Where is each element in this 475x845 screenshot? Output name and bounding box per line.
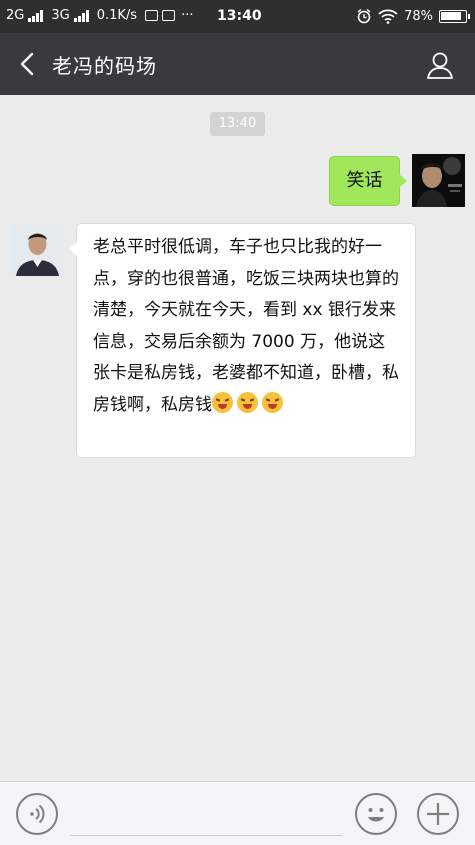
- laugh-cry-emoji-icon: [262, 391, 283, 413]
- battery-percent: 78%: [404, 8, 433, 24]
- laugh-cry-emoji-icon: [237, 391, 258, 413]
- status-time: 13:40: [217, 8, 262, 24]
- chevron-left-icon: [20, 52, 34, 76]
- sent-message-bubble[interactable]: 笑话: [329, 156, 407, 206]
- input-bar: [0, 781, 475, 845]
- received-message-bubble[interactable]: 老总平时很低调，车子也只比我的好一点，穿的也很普通，吃饭三块两块也算的清楚，今天…: [69, 223, 416, 458]
- voice-button[interactable]: [16, 793, 58, 835]
- input-underline: [70, 835, 342, 836]
- person-icon: [427, 52, 453, 79]
- smiley-icon: [368, 808, 384, 822]
- chat-info-button[interactable]: [425, 50, 455, 80]
- signal-icon: [28, 9, 44, 22]
- message-timestamp: 13:40: [210, 112, 265, 136]
- network-3g-label: 3G: [51, 8, 70, 23]
- wifi-icon: [378, 9, 398, 24]
- more-options-button[interactable]: [417, 793, 459, 835]
- signal-icon: [73, 9, 89, 22]
- voice-icon: [30, 804, 45, 824]
- contact-avatar-image: [11, 223, 64, 276]
- plus-icon: [427, 803, 449, 825]
- network-speed: 0.1K/s: [96, 8, 138, 23]
- mail-icon: [162, 10, 176, 21]
- message-text: 老总平时很低调，车子也只比我的好一点，穿的也很普通，吃饭三块两块也算的清楚，今天…: [93, 237, 399, 415]
- battery-icon: [439, 9, 470, 23]
- alarm-icon: [357, 8, 371, 24]
- message-icon: [145, 10, 159, 21]
- emoji-button[interactable]: [355, 793, 397, 835]
- message-input[interactable]: [70, 792, 342, 836]
- back-button[interactable]: [14, 49, 42, 79]
- laugh-cry-emoji-icon: [212, 391, 233, 413]
- avatar[interactable]: [412, 154, 465, 207]
- chat-title: 老冯的码场: [52, 54, 157, 78]
- self-avatar-image: [412, 154, 465, 207]
- chat-header: 老冯的码场: [0, 33, 475, 95]
- status-bar: 2G 3G 0.1K/s ··· 13:40 78%: [0, 0, 475, 33]
- avatar[interactable]: [11, 223, 64, 276]
- more-notifications-icon: ···: [181, 8, 194, 23]
- network-2g-label: 2G: [6, 8, 25, 23]
